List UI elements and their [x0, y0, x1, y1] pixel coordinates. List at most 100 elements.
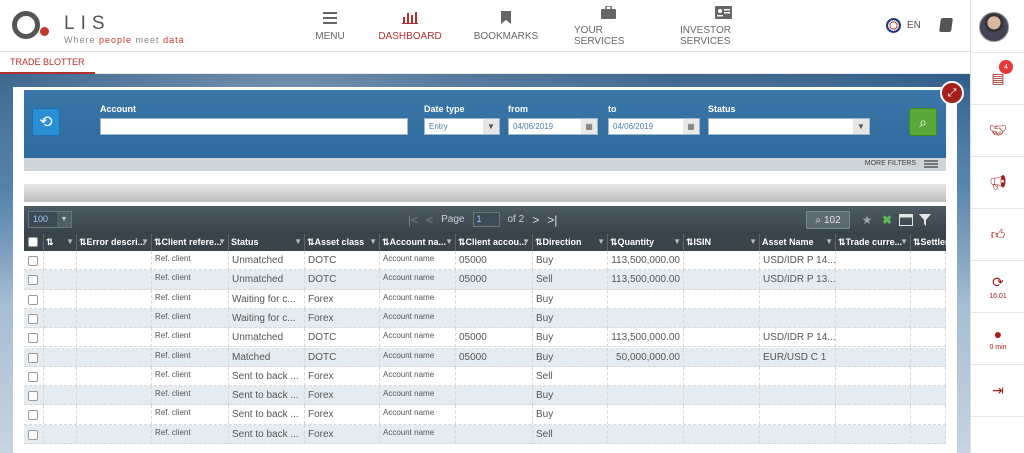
handshake-icon: 🤝︎	[989, 122, 1007, 138]
filter-icon[interactable]	[918, 213, 932, 227]
filter-icon[interactable]: ▼	[900, 237, 908, 246]
column-header[interactable]: ⇅Direction ▼	[533, 234, 608, 251]
table-row[interactable]: Ref. client Sent to back ... Forex Account …	[24, 386, 946, 406]
column-header[interactable]: ⇅ISIN ▼	[684, 234, 760, 251]
from-date-input[interactable]: 04/06/2019 ▦	[508, 118, 598, 135]
filter-icon[interactable]: ▼	[218, 237, 226, 246]
table-row[interactable]: Ref. client Waiting for c... Forex Account …	[24, 289, 946, 309]
excel-export-icon[interactable]: ✖	[880, 213, 894, 227]
calendar-icon[interactable]: ▦	[683, 119, 699, 134]
like-button[interactable]: 👍︎	[971, 208, 1024, 260]
filter-icon[interactable]: ▼	[673, 237, 681, 246]
column-header[interactable]: ⇅Asset class ▼	[305, 234, 380, 251]
client-reference-cell: Ref. client	[152, 424, 229, 444]
filter-icon[interactable]: ▼	[445, 237, 453, 246]
row-checkbox[interactable]	[28, 275, 38, 286]
column-header[interactable]: ⇅Quantity ▼	[608, 234, 684, 251]
row-checkbox[interactable]	[28, 371, 38, 382]
reset-filters-button[interactable]: ⟲	[32, 108, 60, 136]
sort-column-header[interactable]: ⇅ ▼	[44, 234, 77, 251]
more-filters-bar[interactable]: MORE FILTERS	[24, 158, 946, 171]
nav-investor-services[interactable]: INVESTOR SERVICES	[680, 0, 766, 52]
window-icon[interactable]	[899, 213, 913, 227]
row-checkbox[interactable]	[28, 333, 38, 344]
nav-dashboard[interactable]: DASHBOARD	[378, 0, 442, 52]
column-header[interactable]: ⇅Account na... ▼	[380, 234, 456, 251]
filter-icon[interactable]: ▼	[369, 237, 377, 246]
column-header[interactable]: ⇅Client refere... ▼	[152, 234, 229, 251]
empty-cell	[684, 328, 760, 348]
next-page-icon[interactable]: >	[532, 213, 539, 227]
last-page-icon[interactable]: >|	[547, 213, 557, 227]
table-row[interactable]: Ref. client Waiting for c... Forex Account …	[24, 308, 946, 329]
avatar[interactable]	[979, 12, 1009, 42]
column-header[interactable]: ⇅Error descri... ▼	[77, 234, 152, 251]
row-checkbox[interactable]	[28, 352, 38, 363]
empty-cell	[44, 328, 77, 348]
book-icon[interactable]	[939, 18, 953, 32]
table-row[interactable]: Ref. client Unmatched DOTC Account name 0500…	[24, 270, 946, 290]
empty-cell	[836, 289, 911, 309]
status-select[interactable]: ▼	[708, 118, 870, 135]
select-all-checkbox[interactable]	[28, 237, 38, 247]
deals-button[interactable]: 🤝︎	[971, 104, 1024, 156]
filter-icon[interactable]: ▼	[825, 237, 833, 246]
empty-cell	[911, 405, 946, 425]
row-checkbox[interactable]	[28, 429, 38, 440]
filter-icon[interactable]: ▼	[597, 237, 605, 246]
refresh-icon: ⟳	[992, 273, 1004, 290]
star-icon[interactable]: ★	[860, 213, 874, 227]
filter-icon[interactable]: ▼	[522, 237, 530, 246]
timer-button[interactable]: ● 0 min	[971, 312, 1024, 364]
filter-icon[interactable]: ▼	[294, 237, 302, 246]
calendar-icon[interactable]: ▦	[581, 119, 597, 134]
lis-logo[interactable]: LIS Where people meet data	[12, 9, 202, 45]
empty-cell	[911, 424, 946, 444]
filter-icon[interactable]: ▼	[141, 237, 149, 246]
page-size-select[interactable]: 100 ▼	[28, 211, 72, 228]
logout-button[interactable]: ⇥	[971, 364, 1024, 416]
column-header[interactable]: Status ▼	[229, 234, 305, 251]
page-number-input[interactable]: 1	[472, 212, 500, 227]
to-date-input[interactable]: 04/06/2019 ▦	[608, 118, 700, 135]
tab-bar: TRADE BLOTTER	[0, 52, 970, 74]
row-checkbox[interactable]	[28, 313, 38, 324]
tab-trade-blotter[interactable]: TRADE BLOTTER	[0, 52, 95, 74]
refresh-button[interactable]: ⟳ 16:01	[971, 260, 1024, 312]
column-header[interactable]: ⇅Settleme...	[911, 234, 946, 251]
prev-page-icon[interactable]: <	[426, 213, 433, 227]
nav-menu-label: MENU	[315, 30, 345, 42]
table-row[interactable]: Ref. client Matched DOTC Account name 05000 B…	[24, 347, 946, 367]
table-row[interactable]: Ref. client Unmatched DOTC Account name 0500…	[24, 251, 946, 271]
table-row[interactable]: Ref. client Sent to back ... Forex Account …	[24, 424, 946, 444]
tasks-button[interactable]: ▤	[971, 52, 1024, 104]
row-select-cell	[24, 251, 44, 270]
row-checkbox[interactable]	[28, 294, 38, 305]
first-page-icon[interactable]: |<	[408, 213, 418, 227]
account-name-cell: Account name	[380, 405, 456, 425]
column-header[interactable]: ⇅Trade curre... ▼	[836, 234, 911, 251]
quantity-cell: 50,000,000.00	[608, 347, 684, 367]
filter-icon[interactable]: ▼	[66, 237, 74, 246]
nav-bookmarks[interactable]: BOOKMARKS	[474, 0, 538, 52]
filter-icon[interactable]: ▼	[749, 237, 757, 246]
language-selector[interactable]: EN	[886, 18, 921, 33]
search-button[interactable]: ⌕	[909, 108, 937, 136]
table-row[interactable]: Ref. client Sent to back ... Forex Account …	[24, 366, 946, 387]
column-header[interactable]: Asset Name ▼	[760, 234, 836, 251]
account-input[interactable]	[100, 118, 408, 135]
client-account-cell: 05000	[456, 347, 533, 367]
table-row[interactable]: Ref. client Unmatched DOTC Account name 0500…	[24, 328, 946, 348]
empty-cell	[911, 270, 946, 290]
nav-your-services[interactable]: YOUR SERVICES	[574, 0, 642, 52]
nav-menu[interactable]: MENU	[315, 0, 345, 52]
announcements-button[interactable]: 📢︎	[971, 156, 1024, 208]
date-type-select[interactable]: Entry ▼	[424, 118, 500, 135]
client-account-cell: 05000	[456, 251, 533, 270]
expand-button[interactable]: ⤢	[940, 81, 964, 105]
row-checkbox[interactable]	[28, 256, 38, 266]
column-header[interactable]: ⇅Client accou... ▼	[456, 234, 533, 251]
row-checkbox[interactable]	[28, 391, 38, 402]
table-row[interactable]: Ref. client Sent to back ... Forex Account …	[24, 405, 946, 425]
row-checkbox[interactable]	[28, 410, 38, 421]
